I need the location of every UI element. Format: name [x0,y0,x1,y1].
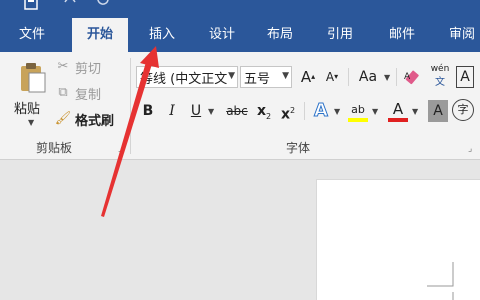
superscript-button[interactable]: x2 [278,100,298,123]
chevron-down-icon: ▼ [282,71,289,81]
button-divider [348,68,349,86]
change-case-button[interactable]: Aa [354,66,382,88]
tab-layout[interactable]: 布局 [254,18,306,52]
font-size-value: 五号 [244,71,271,87]
change-case-label: Aa [358,69,378,85]
bold-label: B [142,103,154,119]
tab-review[interactable]: 审阅 [438,18,480,52]
underline-dropdown-icon[interactable]: ▼ [208,107,214,116]
tab-mailings[interactable]: 邮件 [376,18,428,52]
copy-button[interactable]: ⧉ 复制 [54,82,101,104]
character-shading-label: A [433,103,443,119]
save-icon[interactable] [24,0,38,10]
shrink-caret-icon: ▾ [334,72,339,81]
font-dialog-launcher-icon[interactable]: ⌟ [468,144,472,154]
enclose-characters-label: 字 [457,103,469,116]
ribbon-tab-bar: 文件 开始 插入 设计 布局 引用 邮件 审阅 [0,18,480,52]
character-shading-button[interactable]: A [428,100,448,122]
undo-icon[interactable] [62,0,78,8]
underline-button[interactable]: U [186,100,206,122]
format-painter-button[interactable]: 🖌 格式刷 [54,108,114,130]
ribbon-home: 粘贴 ▼ ✂ 剪切 ⧉ 复制 🖌 格式刷 剪贴板 ⌟ 等线 (中文正文 ▼ 五号… [0,52,480,160]
format-painter-label: 格式刷 [75,113,115,129]
strikethrough-label: abc [226,104,248,118]
text-effects-button[interactable]: A [310,100,332,122]
change-case-dropdown-icon[interactable]: ▼ [384,73,390,82]
clipboard-icon [21,63,46,93]
subscript-sub-label: 2 [265,111,272,121]
paintbrush-icon: 🖌 [54,111,72,126]
paste-button[interactable]: 粘贴 ▼ [6,56,50,130]
highlight-color-swatch [348,118,368,122]
character-border-button[interactable]: A [456,66,474,88]
phonetic-guide-button[interactable]: wén 文 [428,64,452,90]
svg-text:A: A [404,72,411,82]
highlight-label: ab [351,103,365,116]
font-size-combo[interactable]: 五号 ▼ [240,66,292,88]
eraser-icon: A [404,70,419,85]
chevron-down-icon: ▼ [228,71,235,81]
copy-icon: ⧉ [58,85,68,100]
tab-file[interactable]: 文件 [6,18,58,52]
superscript-sup-label: 2 [289,106,296,115]
phonetic-guide-bottom-label: 文 [435,77,445,88]
highlight-dropdown-icon[interactable]: ▼ [372,107,378,116]
button-divider [396,68,397,86]
phonetic-guide-top-label: wén [430,64,450,74]
superscript-base-label: x [280,106,290,123]
redo-icon[interactable] [96,0,112,8]
clipboard-dialog-launcher-icon[interactable]: ⌟ [118,144,122,154]
font-color-swatch [388,118,408,122]
tab-insert[interactable]: 插入 [136,18,188,52]
subscript-base-label: x [256,103,266,119]
grow-font-button[interactable]: A▴ [298,66,318,88]
grow-font-label: A [300,68,312,86]
subscript-button[interactable]: x2 [254,100,274,122]
cut-label: 剪切 [75,61,102,77]
tab-design[interactable]: 设计 [196,18,248,52]
document-canvas[interactable] [0,161,480,300]
shrink-font-label: A [325,70,335,84]
bold-button[interactable]: B [138,100,158,122]
font-name-value: 等线 (中文正文 [140,71,228,87]
italic-button[interactable]: I [162,100,182,122]
shrink-font-button[interactable]: A▾ [322,66,342,88]
character-border-label: A [460,69,470,85]
tab-home[interactable]: 开始 [72,18,128,52]
tab-references[interactable]: 引用 [314,18,366,52]
group-divider [130,58,131,154]
enclose-characters-button[interactable]: 字 [452,99,474,121]
strikethrough-button[interactable]: abc [222,100,252,122]
highlight-button[interactable]: ab [346,98,370,124]
quick-access-toolbar [0,0,480,18]
text-effects-label: A [314,100,329,122]
page-corner-mark-icon [427,262,454,300]
document-page[interactable] [316,179,480,300]
cut-button[interactable]: ✂ 剪切 [54,56,101,78]
grow-caret-icon: ▴ [311,72,316,81]
font-color-label: A [392,100,404,118]
font-color-dropdown-icon[interactable]: ▼ [412,107,418,116]
font-group-label: 字体 [286,141,311,155]
font-color-button[interactable]: A [386,98,410,124]
paste-label: 粘贴 [14,102,41,117]
clipboard-group-label: 剪贴板 [36,141,73,155]
clear-formatting-button[interactable]: A [402,66,424,88]
font-name-combo[interactable]: 等线 (中文正文 ▼ [136,66,238,88]
paste-dropdown-icon[interactable]: ▼ [28,118,34,127]
italic-label: I [169,103,175,119]
underline-label: U [190,103,202,119]
button-divider [304,102,305,120]
copy-label: 复制 [75,87,102,103]
scissors-icon: ✂ [57,59,69,74]
text-effects-dropdown-icon[interactable]: ▼ [334,107,340,116]
